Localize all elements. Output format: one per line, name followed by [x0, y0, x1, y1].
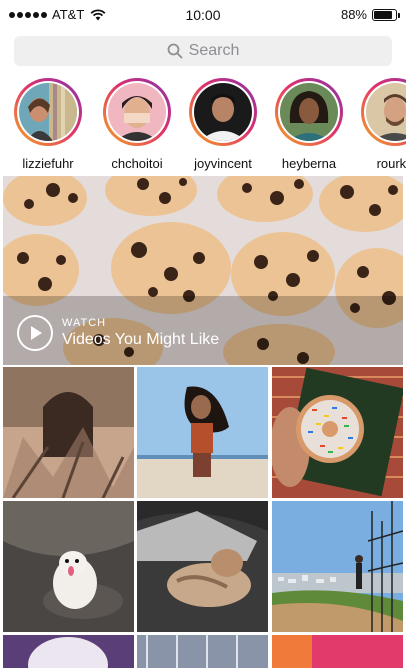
featured-video[interactable]: WATCH Videos You Might Like: [3, 176, 403, 365]
grid-photo[interactable]: [3, 367, 134, 498]
photo-partial: [3, 635, 134, 668]
story-username: chchoitoi: [111, 156, 163, 171]
featured-title: Videos You Might Like: [62, 331, 220, 348]
photo-donut: [272, 367, 403, 498]
grid-photo[interactable]: [137, 635, 268, 668]
featured-label: WATCH Videos You Might Like: [17, 315, 219, 351]
battery-percent: 88%: [340, 7, 367, 22]
story-username: heyberna: [281, 156, 337, 171]
story-username: lizziefuhr: [22, 156, 74, 171]
play-icon[interactable]: [17, 315, 53, 351]
photo-partial: [272, 635, 403, 668]
story-item[interactable]: rourke: [360, 78, 406, 171]
grid-photo[interactable]: [272, 501, 403, 632]
avatar: [194, 83, 252, 141]
grid-photo[interactable]: [137, 367, 268, 498]
story-username: rourke: [376, 156, 406, 171]
story-item[interactable]: lizziefuhr: [13, 78, 83, 171]
grid-photo[interactable]: [3, 501, 134, 632]
photo-beach: [137, 367, 268, 498]
status-bar: AT&T 10:00 88%: [0, 0, 406, 28]
story-item[interactable]: chchoitoi: [102, 78, 172, 171]
avatar: [280, 83, 338, 141]
battery-icon: [372, 8, 400, 21]
photo-city-view: [272, 501, 403, 632]
grid-photo[interactable]: [272, 367, 403, 498]
photo-cat: [137, 501, 268, 632]
grid-photo[interactable]: [137, 501, 268, 632]
stories-tray[interactable]: lizziefuhr chchoitoi joyvincent heyberna…: [0, 74, 406, 172]
search-placeholder: Search: [188, 42, 240, 59]
photo-dog: [3, 501, 134, 632]
grid-photo[interactable]: [3, 635, 134, 668]
grid-photo[interactable]: [272, 635, 403, 668]
battery-status: 88%: [340, 7, 400, 22]
photo-partial: [137, 635, 268, 668]
story-username: joyvincent: [194, 156, 252, 171]
search-input[interactable]: Search: [14, 36, 392, 66]
avatar: [108, 83, 166, 141]
story-item[interactable]: joyvincent: [188, 78, 258, 171]
story-item[interactable]: heyberna: [274, 78, 344, 171]
photo-archway: [3, 367, 134, 498]
battery-level: [374, 10, 393, 19]
featured-kicker: WATCH: [62, 317, 107, 329]
avatar: [366, 83, 406, 141]
search-icon: [167, 43, 183, 59]
avatar: [19, 83, 77, 141]
